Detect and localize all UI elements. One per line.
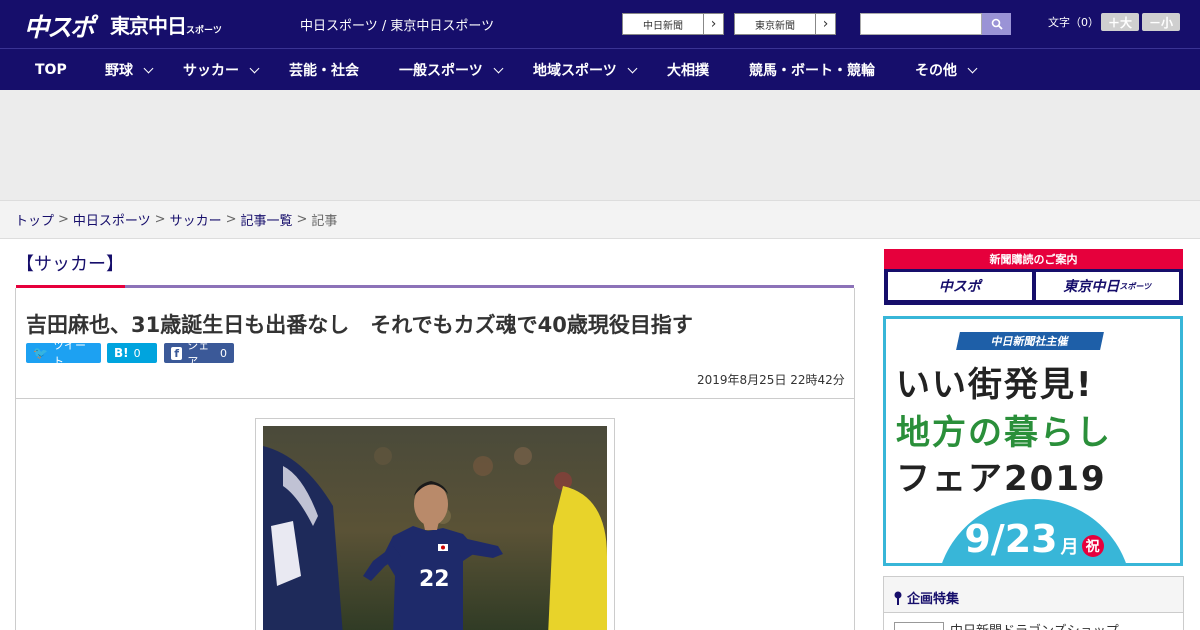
- subscribe-tokyo-text: 東京中日: [1063, 279, 1120, 295]
- site-tagline: 中日スポーツ / 東京中日スポーツ: [300, 19, 495, 34]
- fair-date: 9/23: [964, 517, 1058, 561]
- article-title: 吉田麻也、31歳誕生日も出番なし それでもカズ魂で40歳現役目指す: [26, 313, 693, 337]
- hatena-bookmark-button[interactable]: B! 0: [107, 343, 157, 363]
- fair-ad-banner[interactable]: 中日新聞社主催 いい街発見! 地方の暮らし フェア2019 9/23 月 祝: [883, 316, 1183, 566]
- facebook-share-count: 0: [220, 346, 227, 360]
- article-photo[interactable]: 22: [263, 426, 607, 630]
- fair-holiday: 祝: [1081, 535, 1104, 557]
- chunichi-shimbun-link[interactable]: 中日新聞 ›: [622, 13, 724, 35]
- chevron-down-icon: [967, 63, 978, 73]
- fair-headline-3: フェア2019: [896, 459, 1107, 499]
- font-size-down-button[interactable]: －小: [1142, 13, 1180, 31]
- breadcrumb-separator: >: [225, 212, 237, 227]
- tokyo-chunichi-logo[interactable]: 東京中日スポーツ: [110, 10, 222, 39]
- main-nav: TOP 野球 サッカー 芸能・社会 一般スポーツ 地域スポーツ 大相撲 競馬・ボ…: [0, 48, 1200, 90]
- breadcrumb-link-top[interactable]: トップ: [15, 210, 54, 229]
- chunichi-shimbun-label: 中日新聞: [643, 20, 683, 32]
- chuspo-logo[interactable]: 中スポ: [24, 8, 95, 44]
- search-button[interactable]: [982, 13, 1011, 35]
- nav-label: 一般スポーツ: [399, 63, 483, 79]
- nav-label: その他: [915, 63, 957, 79]
- subscribe-tokyo-chunichi-button[interactable]: 東京中日 スポーツ: [1035, 272, 1179, 300]
- nav-item-regional-sports[interactable]: 地域スポーツ: [533, 49, 638, 91]
- feature-thumbnail: [894, 622, 944, 630]
- tokyo-shimbun-link[interactable]: 東京新聞 ›: [734, 13, 836, 35]
- pin-icon: [894, 591, 902, 605]
- font-size-label: 文字（0）: [1048, 16, 1099, 29]
- search-input[interactable]: [860, 13, 982, 35]
- breadcrumb-link-soccer[interactable]: サッカー: [170, 210, 222, 229]
- nav-item-racing[interactable]: 競馬・ボート・競輪: [749, 49, 875, 91]
- hatena-icon: B!: [114, 346, 129, 360]
- search-icon: [991, 18, 1003, 30]
- nav-label: 競馬・ボート・競輪: [749, 63, 875, 79]
- breadcrumb-separator: >: [296, 212, 308, 227]
- tokyo-logo-text: 東京中日: [110, 14, 187, 38]
- fair-sponsor: 中日新聞社主催: [956, 332, 1104, 350]
- fair-day: 月: [1060, 537, 1079, 558]
- facebook-icon: f: [171, 346, 183, 360]
- nav-item-baseball[interactable]: 野球: [105, 49, 154, 91]
- hatena-count: 0: [133, 346, 141, 360]
- nav-label: 野球: [105, 63, 133, 79]
- subscribe-chuspo-button[interactable]: 中スポ: [888, 272, 1032, 300]
- chevron-down-icon: [493, 63, 504, 73]
- subscribe-tokyo-small: スポーツ: [1119, 281, 1152, 291]
- fair-headline-1: いい街発見!: [896, 365, 1094, 405]
- breadcrumb: トップ > 中日スポーツ > サッカー > 記事一覧 > 記事: [0, 200, 1200, 239]
- tokyo-logo-small: スポーツ: [186, 26, 222, 36]
- nav-label: 芸能・社会: [289, 63, 359, 79]
- tweet-button[interactable]: 🐦 ツイート: [26, 339, 101, 368]
- chevron-down-icon: [143, 63, 154, 73]
- breadcrumb-link-chunichi-sports[interactable]: 中日スポーツ: [73, 210, 151, 229]
- article-category: 【サッカー】: [16, 254, 124, 275]
- subscription-title: 新聞購読のご案内: [884, 249, 1183, 269]
- publish-date: 2019年8月25日 22時42分: [697, 373, 845, 387]
- subscription-banner[interactable]: 新聞購読のご案内 中スポ 東京中日 スポーツ: [884, 249, 1183, 305]
- nav-label: 大相撲: [667, 63, 709, 79]
- facebook-share-button[interactable]: f シェア 0: [164, 339, 234, 368]
- nav-label: サッカー: [183, 63, 239, 79]
- tweet-label: ツイート: [52, 339, 86, 368]
- breadcrumb-link-article-list[interactable]: 記事一覧: [241, 210, 293, 229]
- feature-item-dragons-shop[interactable]: 中日新聞ドラゴンズショップ: [950, 620, 1119, 630]
- breadcrumb-current: 記事: [311, 214, 338, 229]
- facebook-share-label: シェア: [187, 339, 210, 368]
- nav-item-top[interactable]: TOP: [35, 49, 67, 91]
- twitter-icon: 🐦: [33, 346, 48, 360]
- font-size-up-button[interactable]: ＋大: [1101, 13, 1139, 31]
- nav-label: 地域スポーツ: [533, 63, 617, 79]
- nav-item-soccer[interactable]: サッカー: [183, 49, 260, 91]
- breadcrumb-separator: >: [154, 212, 166, 227]
- chevron-down-icon: [249, 63, 260, 73]
- tokyo-shimbun-label: 東京新聞: [755, 20, 795, 32]
- fair-date-badge: 9/23 月 祝: [936, 499, 1132, 563]
- feature-section-title: 企画特集: [893, 588, 959, 607]
- feature-title-text: 企画特集: [907, 592, 960, 607]
- nav-item-general-sports[interactable]: 一般スポーツ: [399, 49, 504, 91]
- nav-label: TOP: [35, 62, 67, 78]
- jersey-number: 22: [419, 567, 450, 592]
- chevron-right-icon: ›: [703, 14, 723, 34]
- breadcrumb-separator: >: [58, 212, 69, 227]
- nav-item-sumo[interactable]: 大相撲: [667, 49, 709, 91]
- fair-headline-2: 地方の暮らし: [896, 413, 1112, 453]
- nav-item-entertainment[interactable]: 芸能・社会: [289, 49, 359, 91]
- chevron-down-icon: [627, 63, 638, 73]
- chevron-right-icon: ›: [815, 14, 835, 34]
- ad-area: [0, 90, 1200, 200]
- nav-item-others[interactable]: その他: [915, 49, 978, 91]
- player-photo-illustration: 22: [263, 426, 607, 630]
